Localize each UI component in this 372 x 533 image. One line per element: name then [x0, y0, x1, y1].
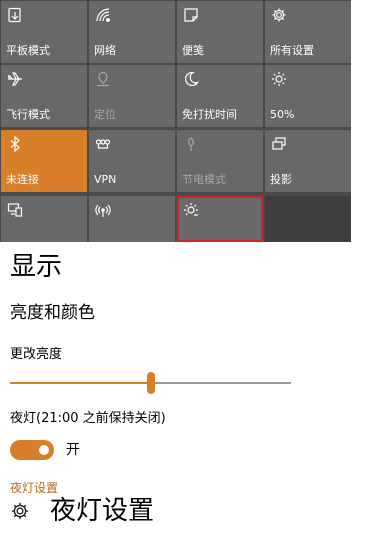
- tile-label: 平板模式: [6, 44, 50, 57]
- night-light-label: 夜灯(21:00 之前保持关闭): [10, 411, 166, 426]
- toggle-state-label: 开: [66, 442, 80, 458]
- location-icon: [95, 71, 111, 87]
- tile-note[interactable]: 便笺: [177, 1, 263, 63]
- tile-brightness[interactable]: 50%: [265, 65, 351, 127]
- gear-icon: [10, 501, 30, 521]
- brightness-icon: [271, 71, 287, 87]
- tile-airplane-mode[interactable]: 飞行模式: [1, 65, 87, 127]
- night-light-settings-label: 夜灯设置: [50, 496, 155, 526]
- slider-thumb[interactable]: [146, 372, 155, 394]
- tile-battery-saver[interactable]: 节电模式: [177, 130, 263, 192]
- slider-fill: [10, 382, 151, 384]
- tile-connect[interactable]: [1, 196, 87, 242]
- night-light-toggle[interactable]: [10, 440, 54, 460]
- note-icon: [183, 7, 199, 23]
- tile-label: 50%: [270, 108, 295, 121]
- battery-saver-icon: [183, 136, 199, 152]
- night-light-icon: [183, 202, 199, 218]
- tile-quiet-hours[interactable]: 免打扰时间: [177, 65, 263, 127]
- tile-night-light[interactable]: [177, 196, 263, 242]
- tile-label: 网络: [94, 44, 116, 57]
- bluetooth-icon: [7, 136, 23, 152]
- tile-label: 便笺: [182, 44, 204, 57]
- section-heading: 亮度和颜色: [10, 303, 95, 323]
- brightness-label: 更改亮度: [10, 347, 63, 362]
- tablet-mode-icon: [7, 7, 23, 23]
- connect-icon: [7, 202, 23, 218]
- tile-all-settings[interactable]: 所有设置: [265, 1, 351, 63]
- vpn-icon: [95, 136, 111, 152]
- tile-label: 定位: [94, 108, 116, 121]
- tile-location[interactable]: 定位: [89, 65, 175, 127]
- tile-empty: [265, 196, 351, 242]
- hotspot-icon: [95, 202, 111, 218]
- tile-tablet-mode[interactable]: 平板模式: [1, 1, 87, 63]
- tile-bluetooth[interactable]: 未连接: [1, 130, 87, 192]
- tile-label: 节电模式: [182, 173, 226, 186]
- project-icon: [271, 136, 287, 152]
- tile-network[interactable]: 网络: [89, 1, 175, 63]
- toggle-knob: [39, 445, 49, 455]
- tile-label: VPN: [94, 173, 117, 186]
- tile-label: 飞行模式: [6, 108, 50, 121]
- airplane-icon: [7, 71, 23, 87]
- tile-vpn[interactable]: VPN: [89, 130, 175, 192]
- tile-project[interactable]: 投影: [265, 130, 351, 192]
- tile-label: 投影: [270, 173, 292, 186]
- gear-icon: [271, 7, 287, 23]
- tile-mobile-hotspot[interactable]: [89, 196, 175, 242]
- network-icon: [95, 7, 111, 23]
- tile-label: 免打扰时间: [182, 108, 237, 121]
- page-title: 显示: [10, 252, 63, 282]
- tile-label: 所有设置: [270, 44, 314, 57]
- moon-icon: [183, 71, 199, 87]
- action-center-panel: 平板模式 网络 便笺 所有设置 飞行模式 定位 免打扰时间 50% 未连接 VP…: [0, 0, 351, 242]
- tile-label: 未连接: [6, 173, 39, 186]
- brightness-slider[interactable]: [10, 372, 291, 394]
